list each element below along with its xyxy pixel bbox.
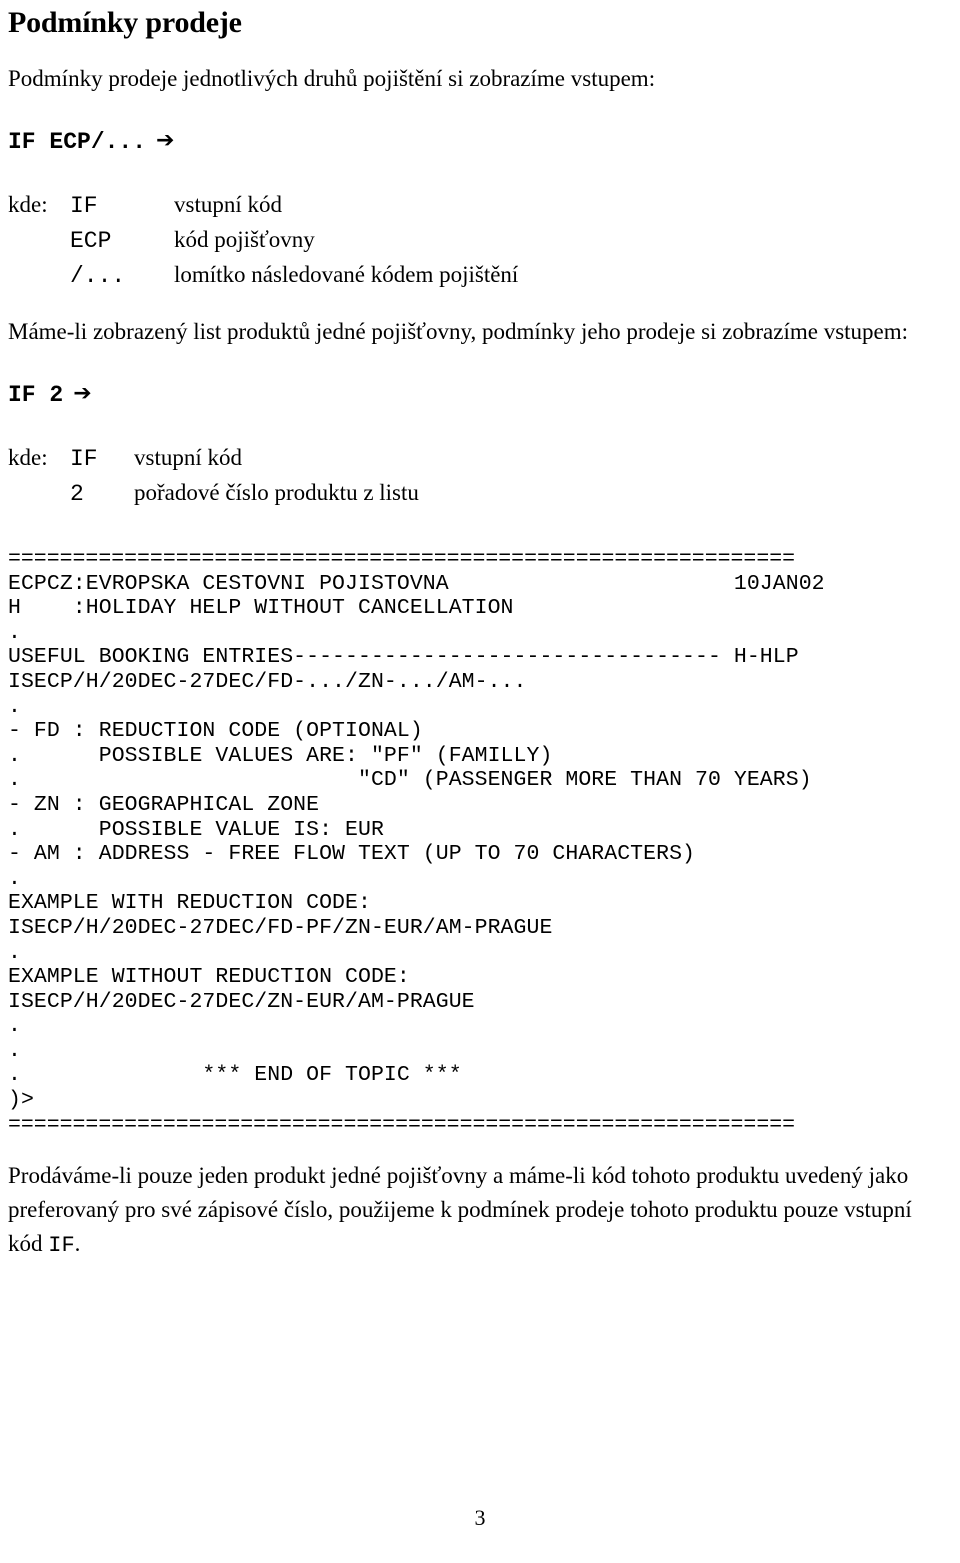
terminal-line: USEFUL BOOKING ENTRIES------------------… [8, 645, 799, 670]
legend-kde-label: kde: [8, 445, 48, 470]
terminal-line: . [8, 694, 21, 719]
closing-inline-code: IF [48, 1233, 75, 1259]
legend-code: IF [70, 193, 98, 219]
legend-row: kde: IF vstupní kód [8, 441, 419, 476]
legend-desc: kód pojišťovny [174, 227, 315, 252]
terminal-line: . [8, 620, 21, 645]
terminal-line: . POSSIBLE VALUES ARE: "PF" (FAMILLY) [8, 743, 553, 768]
terminal-line: ISECP/H/20DEC-27DEC/ZN-EUR/AM-PRAGUE [8, 989, 475, 1014]
terminal-line: . [8, 1038, 21, 1063]
terminal-line: EXAMPLE WITHOUT REDUCTION CODE: [8, 965, 410, 990]
arrow-right-icon: ➔ [73, 381, 92, 406]
page-content: Podmínky prodeje Podmínky prodeje jednot… [8, 6, 952, 1263]
terminal-line: . *** END OF TOPIC *** [8, 1063, 462, 1088]
legend-row: /... lomítko následované kódem pojištění [8, 258, 518, 293]
closing-text-after: . [74, 1231, 81, 1257]
intro-paragraph: Podmínky prodeje jednotlivých druhů poji… [8, 66, 656, 91]
legend-row: 2 pořadové číslo produktu z listu [8, 476, 419, 511]
legend-desc: vstupní kód [174, 192, 282, 217]
terminal-rule-bottom: ========================================… [8, 1112, 796, 1137]
legend-code: IF [70, 446, 98, 472]
terminal-line: . [8, 1014, 21, 1039]
legend-code: /... [70, 263, 126, 289]
page-number: 3 [474, 1505, 486, 1530]
command-entry-2: IF 2 ➔ [8, 379, 952, 411]
legend-spacer [8, 258, 70, 293]
terminal-line: EXAMPLE WITH REDUCTION CODE: [8, 891, 371, 916]
terminal-line: ECPCZ:EVROPSKA CESTOVNI POJISTOVNA 10JAN… [8, 571, 825, 596]
legend-row: kde: IF vstupní kód [8, 188, 518, 223]
terminal-rule-top: ========================================… [8, 547, 796, 571]
terminal-line: - AM : ADDRESS - FREE FLOW TEXT (UP TO 7… [8, 842, 695, 867]
terminal-output-block: ========================================… [8, 547, 952, 1137]
closing-text-before: Prodáváme-li pouze jeden produkt jedné p… [8, 1163, 912, 1257]
command-entry-1: IF ECP/... ➔ [8, 126, 952, 158]
arrow-right-icon: ➔ [156, 128, 175, 153]
page-title: Podmínky prodeje [8, 6, 242, 39]
legend-kde-label: kde: [8, 192, 48, 217]
terminal-line: )> [8, 1088, 34, 1113]
terminal-line: . [8, 866, 21, 891]
legend-desc: lomítko následované kódem pojištění [174, 262, 519, 287]
document-page: Podmínky prodeje Podmínky prodeje jednot… [0, 0, 960, 1563]
legend-spacer [8, 476, 70, 511]
legend-desc: pořadové číslo produktu z listu [134, 480, 419, 505]
legend-row: ECP kód pojišťovny [8, 223, 518, 258]
command-entry-2-text: IF 2 [8, 382, 64, 408]
terminal-line: H :HOLIDAY HELP WITHOUT CANCELLATION [8, 596, 514, 621]
terminal-line: ISECP/H/20DEC-27DEC/FD-PF/ZN-EUR/AM-PRAG… [8, 915, 553, 940]
terminal-line: . "CD" (PASSENGER MORE THAN 70 YEARS) [8, 768, 812, 793]
legend-spacer [8, 223, 70, 258]
legend-code: ECP [70, 228, 112, 254]
command-entry-1-text: IF ECP/... [8, 129, 147, 155]
legend-table-2: kde: IF vstupní kód 2 pořadové číslo pro… [8, 441, 419, 511]
legend-table-1: kde: IF vstupní kód ECP kód pojišťovny /… [8, 188, 518, 293]
terminal-line: - FD : REDUCTION CODE (OPTIONAL) [8, 719, 423, 744]
terminal-line: . [8, 940, 21, 965]
second-intro-paragraph: Máme-li zobrazený list produktů jedné po… [8, 319, 909, 344]
closing-paragraph: Prodáváme-li pouze jeden produkt jedné p… [8, 1159, 952, 1263]
terminal-line: ISECP/H/20DEC-27DEC/FD-.../ZN-.../AM-... [8, 669, 527, 694]
legend-desc: vstupní kód [134, 445, 242, 470]
terminal-line: - ZN : GEOGRAPHICAL ZONE [8, 792, 320, 817]
terminal-line: . POSSIBLE VALUE IS: EUR [8, 817, 384, 842]
legend-code: 2 [70, 481, 84, 507]
